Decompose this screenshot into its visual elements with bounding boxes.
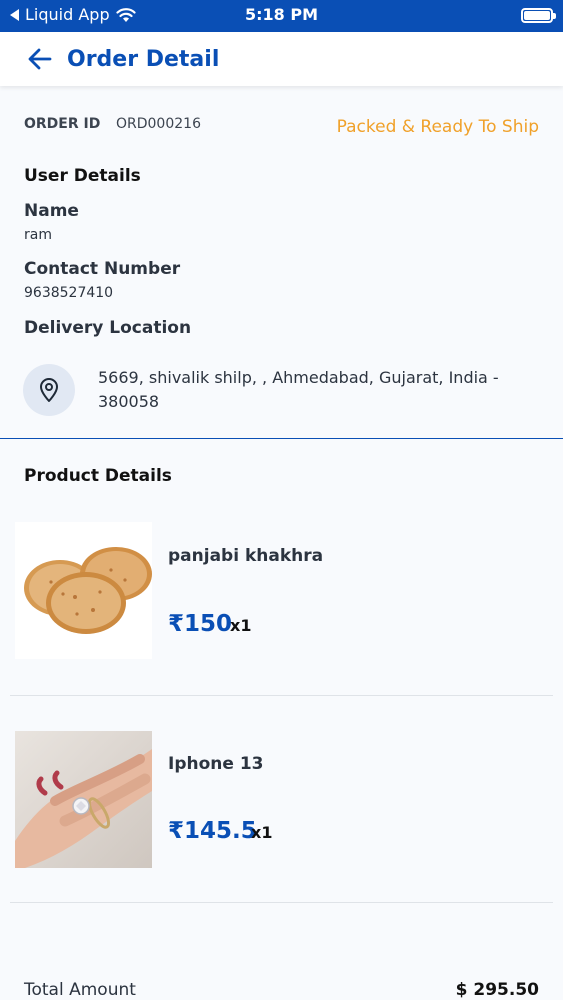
status-time: 5:18 PM: [244, 5, 318, 24]
khakhra-image: [15, 522, 152, 659]
order-row: ORDER ID ORD000216 Packed & Ready To Shi…: [24, 116, 539, 142]
ring-hand-image: [15, 731, 152, 868]
product-price: ₹150: [168, 611, 233, 637]
user-details-title: User Details: [24, 166, 141, 186]
product-quantity: x1: [230, 616, 252, 635]
delivery-address: 5669, shivalik shilp, , Ahmedabad, Gujar…: [98, 368, 499, 411]
product-details-title: Product Details: [24, 466, 172, 486]
location-pin-icon: [40, 378, 58, 402]
order-status: Packed & Ready To Ship: [336, 117, 539, 137]
product-quantity: x1: [251, 823, 273, 842]
order-id-label: ORDER ID: [24, 116, 101, 132]
product-name: panjabi khakhra: [168, 546, 324, 566]
product-price: ₹145.5: [168, 818, 257, 844]
arrow-left-icon: [28, 48, 52, 70]
status-bar: Liquid App 5:18 PM: [0, 0, 563, 32]
product-divider: [10, 902, 553, 903]
total-amount-value: $ 295.50: [455, 980, 539, 1000]
location-badge: [23, 364, 75, 416]
name-value: ram: [24, 227, 52, 243]
product-image-iphone[interactable]: [15, 731, 152, 868]
product-divider: [10, 695, 553, 696]
back-button[interactable]: [25, 44, 55, 74]
nav-bar: Order Detail: [0, 32, 563, 86]
delivery-location-label: Delivery Location: [24, 318, 192, 338]
name-label: Name: [24, 201, 79, 221]
battery-icon: [521, 8, 556, 23]
section-divider: [0, 438, 563, 439]
order-id-value: ORD000216: [116, 116, 201, 132]
product-image-khakhra[interactable]: [15, 522, 152, 659]
total-amount-label: Total Amount: [24, 980, 136, 1000]
contact-label: Contact Number: [24, 259, 181, 279]
page-title: Order Detail: [67, 46, 220, 72]
product-name: Iphone 13: [168, 754, 264, 774]
contact-value: 9638527410: [24, 285, 114, 301]
